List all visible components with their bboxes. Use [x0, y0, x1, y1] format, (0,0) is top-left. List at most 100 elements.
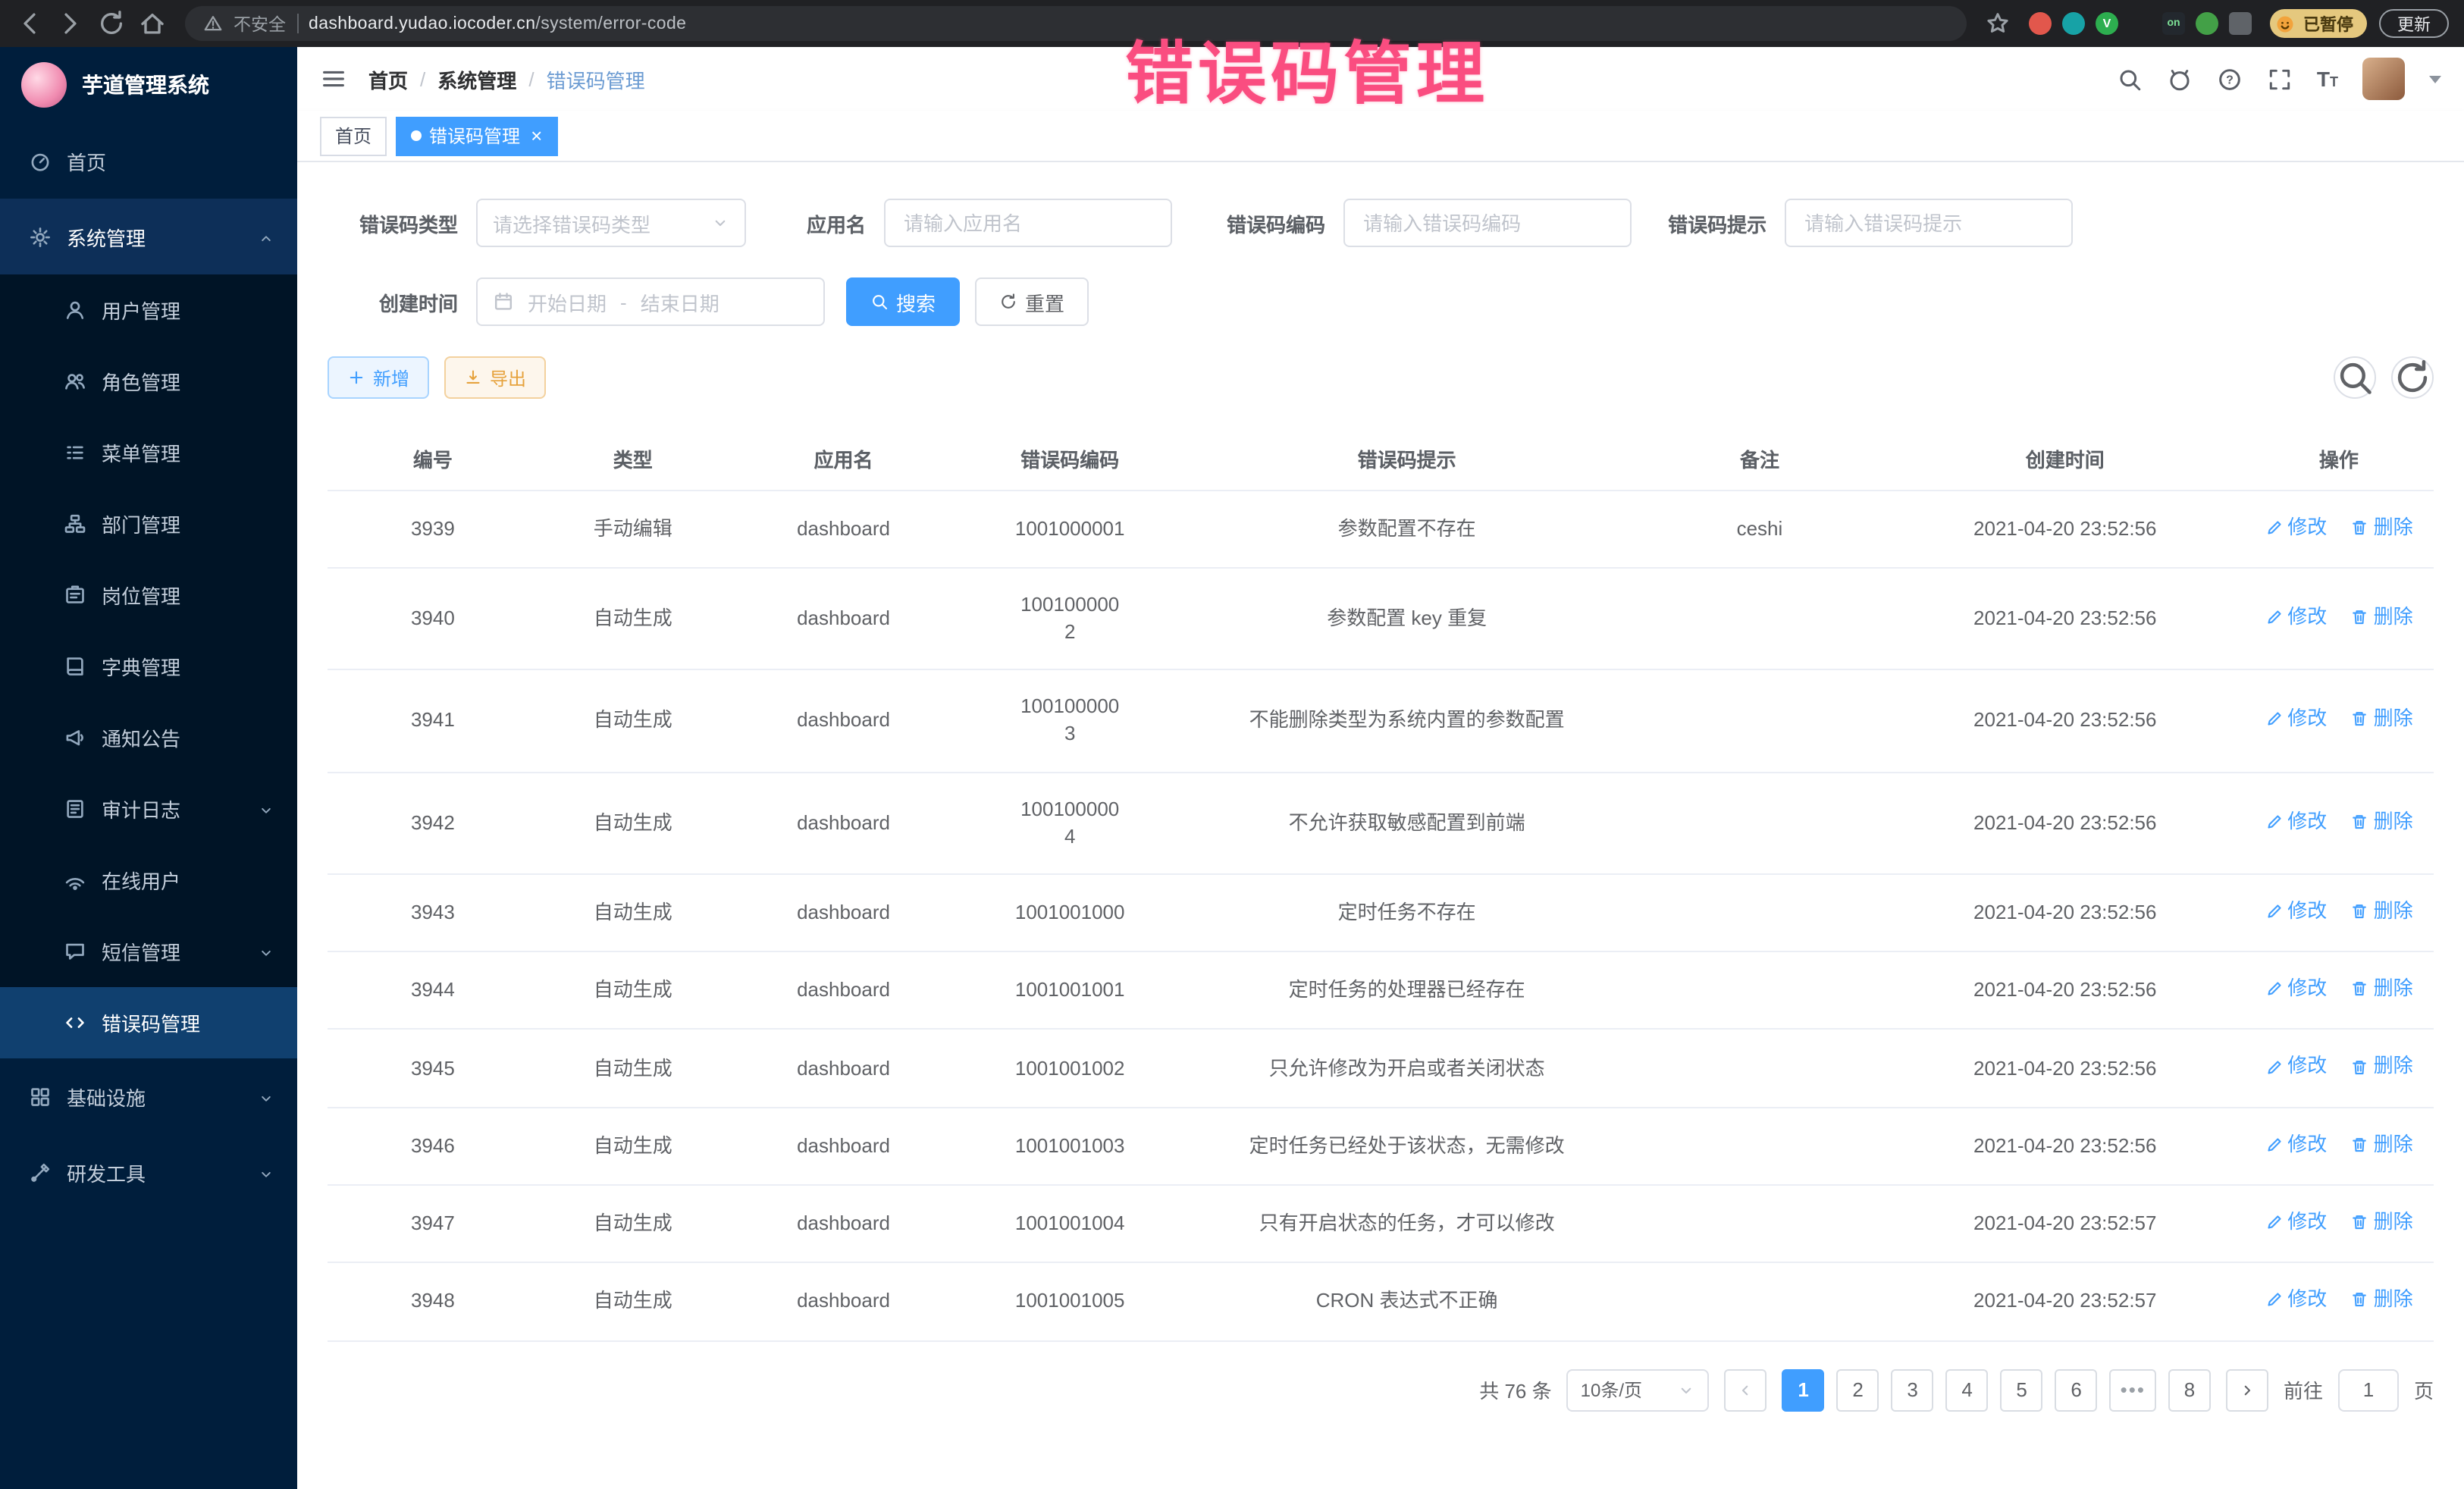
edit-link[interactable]: 修改 [2265, 1208, 2327, 1236]
sidebar-toggle-icon[interactable] [320, 65, 347, 92]
sidebar-item-online[interactable]: 在线用户 [0, 845, 297, 916]
sidebar-item-sms[interactable]: 短信管理 [0, 916, 297, 987]
delete-link[interactable]: 删除 [2351, 603, 2413, 631]
pager-ellipsis[interactable]: ••• [2110, 1368, 2156, 1411]
cell-error-hint: 只有开启状态的任务，才可以修改 [1180, 1185, 1633, 1263]
blue-grid-extension-icon[interactable] [2129, 12, 2152, 35]
page-button-8[interactable]: 8 [2168, 1368, 2211, 1411]
search-button[interactable]: 搜索 [846, 277, 960, 326]
page-button-6[interactable]: 6 [2055, 1368, 2098, 1411]
page-button-5[interactable]: 5 [2001, 1368, 2043, 1411]
page-size-select[interactable]: 10条/页 [1567, 1368, 1710, 1411]
delete-link[interactable]: 删除 [2351, 1208, 2413, 1236]
table-row: 3942 自动生成 dashboard 1001000004 不允许获取敏感配置… [328, 772, 2434, 874]
delete-link[interactable]: 删除 [2351, 513, 2413, 541]
jump-page-input[interactable] [2338, 1368, 2399, 1411]
delete-link[interactable]: 删除 [2351, 1131, 2413, 1158]
edit-link[interactable]: 修改 [2265, 705, 2327, 732]
cell-app-name: dashboard [728, 951, 960, 1030]
profile-chip[interactable]: 已暂停 [2270, 9, 2367, 38]
delete-link[interactable]: 删除 [2351, 807, 2413, 835]
edit-link[interactable]: 修改 [2265, 807, 2327, 835]
sidebar-item-home[interactable]: 首页 [0, 123, 297, 199]
home-icon[interactable] [138, 9, 167, 38]
sidebar-item-posts[interactable]: 岗位管理 [0, 560, 297, 631]
error-type-select[interactable]: 请选择错误码类型 [476, 199, 746, 247]
table-body: 3939 手动编辑 dashboard 1001000001 参数配置不存在 c… [328, 490, 2434, 1340]
next-page-button[interactable] [2226, 1368, 2268, 1411]
prev-page-button[interactable] [1725, 1368, 1767, 1411]
puzzle-extension-icon[interactable] [2229, 12, 2252, 35]
reload-icon[interactable] [97, 9, 126, 38]
toggle-search-icon[interactable] [2334, 356, 2376, 399]
table-row: 3945 自动生成 dashboard 1001001002 只允许修改为开启或… [328, 1030, 2434, 1108]
date-range-picker[interactable]: 开始日期 - 结束日期 [476, 277, 825, 326]
tab-home[interactable]: 首页 [320, 116, 387, 155]
error-hint-input[interactable] [1785, 199, 2073, 247]
sidebar-item-notice[interactable]: 通知公告 [0, 702, 297, 773]
close-icon[interactable]: × [531, 126, 542, 146]
address-bar[interactable]: 不安全 dashboard.yudao.iocoder.cn/system/er… [185, 6, 1967, 41]
sidebar-item-users[interactable]: 用户管理 [0, 274, 297, 346]
export-button[interactable]: 导出 [444, 356, 546, 399]
sidebar-item-devtools[interactable]: 研发工具 [0, 1134, 297, 1210]
breadcrumb-item-system[interactable]: 系统管理 [437, 64, 516, 93]
add-button[interactable]: 新增 [328, 356, 429, 399]
sidebar-item-audit[interactable]: 审计日志 [0, 773, 297, 845]
on-switch-extension-icon[interactable]: on [2162, 12, 2185, 35]
edit-link[interactable]: 修改 [2265, 513, 2327, 541]
green-circle-extension-icon[interactable] [2196, 12, 2218, 35]
font-size-icon[interactable]: TT [2317, 67, 2338, 91]
sidebar-item-roles[interactable]: 角色管理 [0, 346, 297, 417]
back-icon[interactable] [15, 9, 44, 38]
cell-error-hint: CRON 表达式不正确 [1180, 1263, 1633, 1341]
bookmark-star-icon[interactable] [1985, 11, 2011, 36]
edit-link[interactable]: 修改 [2265, 898, 2327, 925]
search-icon[interactable] [2117, 66, 2143, 92]
page-button-1[interactable]: 1 [1782, 1368, 1825, 1411]
error-code-input[interactable] [1343, 199, 1632, 247]
delete-link[interactable]: 删除 [2351, 705, 2413, 732]
sidebar-item-infra[interactable]: 基础设施 [0, 1058, 297, 1134]
green-v-extension-icon[interactable]: V [2096, 12, 2118, 35]
breadcrumb-item-home[interactable]: 首页 [368, 64, 408, 93]
edit-link[interactable]: 修改 [2265, 1053, 2327, 1080]
caret-down-icon[interactable] [2429, 75, 2441, 83]
sidebar-item-dict[interactable]: 字典管理 [0, 631, 297, 702]
edit-link[interactable]: 修改 [2265, 1287, 2327, 1314]
svg-text:?: ? [2226, 74, 2234, 86]
sidebar-item-depts[interactable]: 部门管理 [0, 488, 297, 560]
help-icon[interactable]: ? [2217, 66, 2243, 92]
sidebar-item-menus[interactable]: 菜单管理 [0, 417, 297, 488]
column-header-2: 应用名 [728, 429, 960, 490]
fullscreen-icon[interactable] [2267, 66, 2293, 92]
red-circle-extension-icon[interactable] [2029, 12, 2052, 35]
page-button-4[interactable]: 4 [1946, 1368, 1989, 1411]
edit-link[interactable]: 修改 [2265, 603, 2327, 631]
delete-link[interactable]: 删除 [2351, 1287, 2413, 1314]
megaphone-icon [64, 726, 86, 749]
github-icon[interactable] [2167, 66, 2193, 92]
delete-link[interactable]: 删除 [2351, 898, 2413, 925]
cell-error-code: 1001001004 [959, 1185, 1180, 1263]
column-header-6: 创建时间 [1886, 429, 2244, 490]
edit-link[interactable]: 修改 [2265, 1131, 2327, 1158]
tab-error-code[interactable]: 错误码管理 × [396, 116, 557, 155]
teal-circle-extension-icon[interactable] [2062, 12, 2085, 35]
reset-button[interactable]: 重置 [975, 277, 1089, 326]
refresh-table-icon[interactable] [2391, 356, 2434, 399]
sidebar-item-system[interactable]: 系统管理 [0, 199, 297, 274]
delete-link[interactable]: 删除 [2351, 975, 2413, 1002]
sidebar-item-errcode[interactable]: 错误码管理 [0, 987, 297, 1058]
delete-link[interactable]: 删除 [2351, 1053, 2413, 1080]
users-icon [64, 370, 86, 393]
app-name-input[interactable] [884, 199, 1172, 247]
cell-actions: 修改 删除 [2244, 669, 2434, 772]
app-name-label: 应用名 [807, 208, 866, 237]
page-button-3[interactable]: 3 [1892, 1368, 1934, 1411]
edit-link[interactable]: 修改 [2265, 975, 2327, 1002]
page-button-2[interactable]: 2 [1837, 1368, 1879, 1411]
update-button[interactable]: 更新 [2379, 9, 2449, 38]
user-avatar[interactable] [2362, 58, 2405, 100]
forward-icon[interactable] [56, 9, 85, 38]
